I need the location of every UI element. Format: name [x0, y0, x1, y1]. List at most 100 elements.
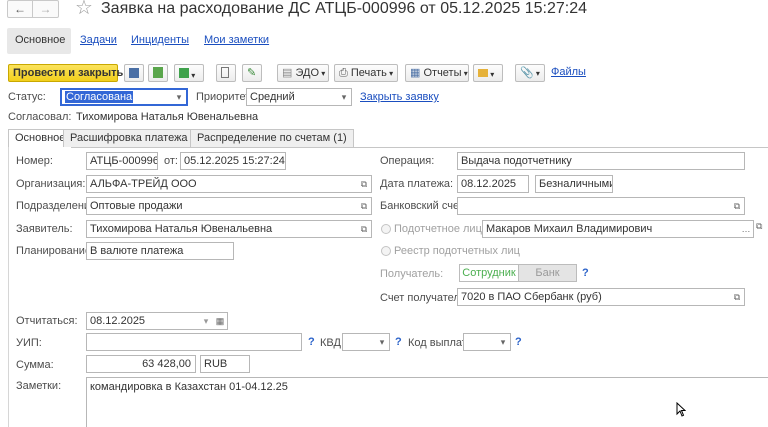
pencil-icon: ✎	[247, 67, 257, 79]
forward-button[interactable]: →	[33, 0, 59, 18]
nav-tab-incidents[interactable]: Инциденты	[131, 34, 189, 46]
status-label: Статус:	[8, 91, 46, 103]
payment-date-value: 08.12.2025	[461, 178, 517, 190]
post-and-close-button[interactable]: Провести и закрыть	[8, 64, 123, 82]
back-button[interactable]: ←	[7, 0, 33, 18]
save-button[interactable]	[124, 64, 144, 82]
registry-radio[interactable]	[381, 246, 391, 256]
tab-account-distribution[interactable]: Распределение по счетам (1)	[190, 129, 354, 147]
recipient-help-icon[interactable]: ?	[582, 267, 589, 279]
recipient-bank-toggle[interactable]: Банк	[519, 264, 577, 282]
report-date-field[interactable]: 08.12.2025 ▾ ▦	[86, 312, 228, 330]
open-icon[interactable]: ⧉	[357, 221, 371, 237]
print-button[interactable]: ⎙ Печать ▾	[334, 64, 398, 82]
registry-label: Реестр подотчетных лиц	[394, 245, 520, 257]
tab-payment-breakdown[interactable]: Расшифровка платежа (1)	[63, 129, 212, 147]
recipient-employee-label: Сотрудник	[462, 267, 516, 279]
approved-by-value: Тихомирова Наталья Ювенальевна	[76, 111, 259, 123]
payout-code-select[interactable]: ▾	[463, 333, 511, 351]
accountable-person-field[interactable]: Макаров Михаил Владимирович …	[482, 220, 754, 238]
payment-type-value: Безналичными	[539, 178, 613, 190]
date-field[interactable]: 05.12.2025 15:27:24	[180, 152, 286, 170]
favorite-star-icon[interactable]: ☆	[75, 0, 93, 19]
payment-date-field[interactable]: 08.12.2025	[457, 175, 529, 193]
recipient-employee-toggle[interactable]: Сотрудник	[459, 264, 519, 282]
open-icon[interactable]: ⧉	[357, 198, 371, 214]
notes-value: командировка в Казахстан 01-04.12.25	[90, 381, 288, 393]
number-label: Номер:	[16, 155, 53, 167]
edit-button[interactable]: ✎	[242, 64, 262, 82]
chevron-down-icon[interactable]: ▾	[337, 89, 351, 105]
open-icon[interactable]: ⧉	[756, 221, 762, 232]
organization-value: АЛЬФА-ТРЕЙД ООО	[90, 178, 197, 190]
report-by-label: Отчитаться:	[16, 315, 78, 327]
recipient-account-label: Счет получателя:	[380, 292, 469, 304]
currency-value: RUB	[204, 358, 228, 370]
accountable-person-radio[interactable]	[381, 224, 391, 234]
chevron-down-icon[interactable]: ▾	[375, 334, 389, 350]
printer-icon: ⎙	[339, 67, 348, 79]
create-based-icon	[179, 68, 189, 78]
document-list-icon	[221, 67, 229, 78]
arrow-right-icon: →	[39, 2, 52, 16]
bank-account-label: Банковский счет:	[380, 200, 467, 212]
from-label: от:	[164, 155, 178, 167]
nav-tab-tasks[interactable]: Задачи	[80, 34, 117, 46]
nav-tab-main-label[interactable]: Основное	[15, 34, 65, 46]
close-request-link[interactable]: Закрыть заявку	[360, 91, 439, 103]
uip-help-icon[interactable]: ?	[308, 336, 315, 348]
tabs-baseline	[8, 147, 768, 148]
reports-label: Отчеты	[423, 67, 462, 79]
operation-label: Операция:	[380, 155, 435, 167]
status-value: Согласована	[65, 91, 134, 103]
bank-account-field[interactable]: ⧉	[457, 197, 745, 215]
department-field[interactable]: Оптовые продажи ⧉	[86, 197, 372, 215]
sum-label: Сумма:	[16, 359, 54, 371]
organization-field[interactable]: АЛЬФА-ТРЕЙД ООО ⧉	[86, 175, 372, 193]
tab-payment-breakdown-label: Расшифровка платежа (1)	[70, 132, 205, 144]
planning-field[interactable]: В валюте платежа	[86, 242, 234, 260]
recipient-label: Получатель:	[380, 268, 444, 280]
edo-label: ЭДО	[295, 67, 320, 79]
priority-select[interactable]: Средний ▾	[246, 88, 352, 106]
open-icon[interactable]: ⧉	[730, 289, 744, 305]
chevron-down-icon[interactable]: ▾	[199, 313, 213, 329]
create-based-button[interactable]: ▾	[174, 64, 204, 82]
recipient-bank-label: Банк	[535, 267, 560, 279]
payout-code-help-icon[interactable]: ?	[515, 336, 522, 348]
more-icon[interactable]: …	[739, 221, 753, 237]
applicant-value: Тихомирова Наталья Ювенальевна	[90, 223, 273, 235]
number-field[interactable]: АТЦБ-000996	[86, 152, 158, 170]
open-icon[interactable]: ⧉	[730, 198, 744, 214]
attachments-menu-button[interactable]: ▾	[473, 64, 503, 82]
payment-type-field[interactable]: Безналичными	[535, 175, 613, 193]
number-value: АТЦБ-000996	[90, 155, 158, 167]
chevron-down-icon[interactable]: ▾	[496, 334, 510, 350]
paperclip-icon: 📎	[520, 67, 534, 79]
organization-label: Организация:	[16, 178, 86, 190]
status-select[interactable]: Согласована ▾	[60, 88, 188, 106]
open-icon[interactable]: ⧉	[357, 176, 371, 192]
notes-textarea[interactable]: командировка в Казахстан 01-04.12.25	[86, 377, 768, 427]
nav-tab-notes[interactable]: Мои заметки	[204, 34, 269, 46]
kvd-select[interactable]: ▾	[342, 333, 390, 351]
calendar-icon[interactable]: ▦	[213, 313, 227, 329]
attach-button[interactable]: 📎 ▾	[515, 64, 545, 82]
uip-field[interactable]	[86, 333, 302, 351]
operation-field[interactable]: Выдача подотчетнику	[457, 152, 745, 170]
accountable-person-value: Макаров Михаил Владимирович	[486, 223, 653, 235]
chevron-down-icon[interactable]: ▾	[172, 90, 186, 104]
planning-value: В валюте платежа	[90, 245, 184, 257]
sum-field[interactable]: 63 428,00	[86, 355, 196, 373]
post-button[interactable]	[148, 64, 168, 82]
kvd-help-icon[interactable]: ?	[395, 336, 402, 348]
structure-button[interactable]	[216, 64, 236, 82]
edo-button[interactable]: ▤ ЭДО ▾	[277, 64, 329, 82]
files-link[interactable]: Файлы	[551, 66, 586, 78]
currency-field[interactable]: RUB	[200, 355, 250, 373]
sum-value: 63 428,00	[142, 358, 191, 370]
applicant-field[interactable]: Тихомирова Наталья Ювенальевна ⧉	[86, 220, 372, 238]
recipient-account-field[interactable]: 7020 в ПАО Сбербанк (руб) ⧉	[457, 288, 745, 306]
reports-button[interactable]: ▦ Отчеты ▾	[405, 64, 469, 82]
recipient-account-value: 7020 в ПАО Сбербанк (руб)	[461, 291, 602, 303]
